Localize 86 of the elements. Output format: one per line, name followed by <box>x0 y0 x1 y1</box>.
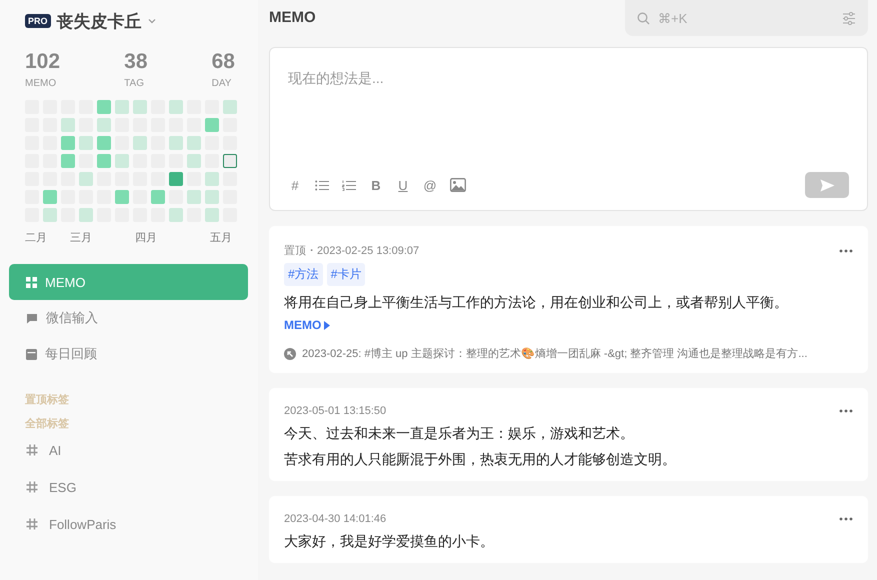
hash-icon <box>25 480 39 494</box>
month-label: 二月 <box>25 231 47 245</box>
heatmap-cell[interactable] <box>115 190 129 204</box>
month-label: 五月 <box>210 231 232 245</box>
page-title: MEMO <box>269 9 316 28</box>
caret-right-icon <box>324 320 330 330</box>
heatmap-cell[interactable] <box>169 100 183 114</box>
memo-text: 苦求有用的人只能厮混于外围，热衷无用的人才能够创造文明。 <box>284 450 677 469</box>
heatmap-cell[interactable] <box>133 100 147 114</box>
calendar-icon <box>26 348 37 360</box>
memo-timestamp: 2023-05-01 13:15:50 <box>284 405 386 417</box>
search-input[interactable]: ⌘+K <box>656 10 836 26</box>
heatmap-cell[interactable] <box>205 190 219 204</box>
memo-tag[interactable]: #卡片 <box>326 263 366 286</box>
stat-label: MEMO <box>25 78 58 89</box>
search-icon <box>637 12 650 24</box>
heatmap-cell[interactable] <box>97 118 111 132</box>
memo-link[interactable]: MEMO <box>284 318 330 332</box>
heatmap-cell[interactable] <box>205 208 219 222</box>
nav-item[interactable]: MEMO <box>9 264 248 300</box>
filter-sliders-icon[interactable] <box>842 12 856 24</box>
heatmap-cell[interactable] <box>61 136 75 150</box>
heatmap-cell[interactable] <box>79 172 93 186</box>
stat-value: 102 <box>25 50 60 74</box>
send-icon <box>820 178 834 192</box>
tag-item[interactable]: ESG <box>25 469 248 505</box>
heatmap-cell[interactable] <box>97 154 111 168</box>
month-label: 四月 <box>135 231 157 245</box>
memo-text: 将用在自己身上平衡生活与工作的方法论，用在创业和公司上，或者帮别人平衡。 <box>284 293 789 312</box>
toolbar-button[interactable]: U <box>396 178 410 192</box>
more-icon[interactable] <box>839 409 853 413</box>
heatmap-cell[interactable] <box>187 136 201 150</box>
memo-editor[interactable]: 现在的想法是... # B U @ <box>269 47 868 211</box>
reference-text[interactable]: 2023-02-25: #博主 up 主题探讨：整理的艺术🎨熵增一团乱麻 -&gt; 整齐管理 沟通也是整理战略是有方... <box>302 346 808 361</box>
stat-label: DAY <box>212 78 232 89</box>
heatmap-cell[interactable] <box>97 100 111 114</box>
memo-text: 今天、过去和未来一直是乐者为王：娱乐，游戏和艺术。 <box>284 424 635 443</box>
heatmap-cell[interactable] <box>205 172 219 186</box>
heatmap-cell[interactable] <box>79 136 93 150</box>
stat-label: TAG <box>124 78 144 89</box>
month-label: 三月 <box>70 231 92 245</box>
chevron-down-icon[interactable] <box>148 18 156 24</box>
heatmap-cell[interactable] <box>169 172 183 186</box>
heatmap-cell[interactable] <box>151 190 165 204</box>
heatmap-cell[interactable] <box>205 118 219 132</box>
username[interactable]: 丧失皮卡丘 <box>56 10 142 32</box>
arrow-circle-icon <box>284 348 296 360</box>
stat-value: 68 <box>212 50 235 74</box>
hash-icon <box>25 517 39 531</box>
memo-text: 大家好，我是好学爱摸鱼的小卡。 <box>284 532 495 551</box>
heatmap-cell[interactable] <box>61 118 75 132</box>
heatmap-cell[interactable] <box>133 136 147 150</box>
heatmap-cell[interactable] <box>187 154 201 168</box>
heatmap-cell[interactable] <box>79 208 93 222</box>
more-icon[interactable] <box>839 517 853 521</box>
heatmap-cell[interactable] <box>223 100 237 114</box>
pro-badge: PRO <box>25 14 51 28</box>
stat-value: 38 <box>124 50 148 74</box>
search-field[interactable]: ⌘+K <box>625 0 868 36</box>
heatmap-cell[interactable] <box>97 136 111 150</box>
image-icon[interactable] <box>450 178 466 192</box>
grid-icon <box>26 276 37 288</box>
toolbar-button[interactable]: B <box>369 178 383 192</box>
heatmap-cell[interactable] <box>169 208 183 222</box>
heatmap-cell[interactable] <box>115 154 129 168</box>
heatmap-cell[interactable] <box>187 190 201 204</box>
more-icon[interactable] <box>839 248 853 252</box>
hash-icon <box>25 443 39 457</box>
chat-icon <box>26 312 38 324</box>
heatmap-cell[interactable] <box>43 208 57 222</box>
nav-item[interactable]: 每日回顾 <box>9 336 248 372</box>
heatmap-cell[interactable] <box>115 100 129 114</box>
heatmap-cell[interactable] <box>43 190 57 204</box>
heatmap-cell[interactable] <box>169 136 183 150</box>
tag-item[interactable]: FollowParis <box>25 506 248 542</box>
memo-tag[interactable]: #方法 <box>284 263 323 286</box>
numbered-list-icon[interactable] <box>342 180 356 190</box>
toolbar-button[interactable]: @ <box>423 178 437 192</box>
bulleted-list-icon[interactable] <box>315 180 329 190</box>
nav-item[interactable]: 微信输入 <box>9 300 248 336</box>
heatmap-cell[interactable] <box>223 154 237 168</box>
tag-item[interactable]: AI <box>25 432 248 468</box>
memo-timestamp: 2023-04-30 14:01:46 <box>284 513 386 525</box>
memo-timestamp: 置顶・2023-02-25 13:09:07 <box>284 244 420 258</box>
heatmap-cell[interactable] <box>61 154 75 168</box>
toolbar-button[interactable]: # <box>288 178 302 192</box>
